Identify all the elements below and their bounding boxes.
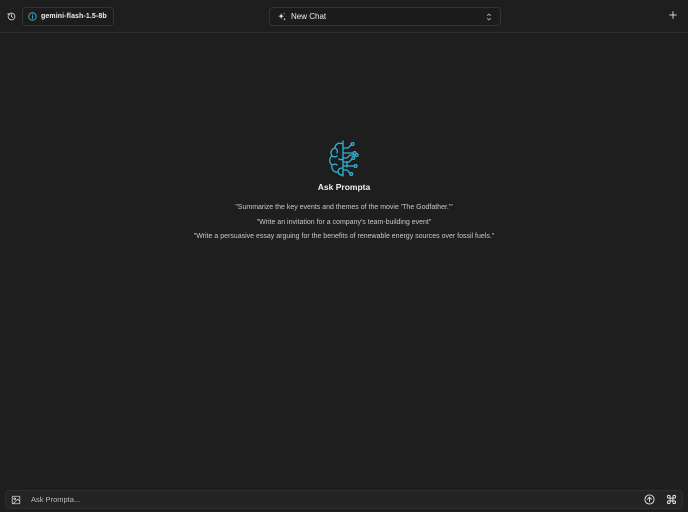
chat-title: New Chat [291,12,327,21]
model-info-icon [28,12,37,21]
model-name: gemini-flash-1.5-8b [41,13,107,20]
prompt-input[interactable] [31,493,611,506]
brain-circuit-icon [329,140,359,177]
chat-selector[interactable]: New Chat [269,7,501,26]
new-chat-button[interactable] [668,10,678,20]
suggestion-item[interactable]: "Write a persuasive essay arguing for th… [0,230,688,245]
image-upload-icon[interactable] [11,495,21,505]
welcome-panel: Ask Prompta "Summarize the key events an… [0,138,688,245]
send-arrow-up-icon[interactable] [644,494,655,505]
history-button[interactable] [5,10,18,23]
welcome-title: Ask Prompta [317,182,371,192]
top-bar: gemini-flash-1.5-8b New Chat [0,0,688,33]
command-key-icon[interactable] [666,494,677,505]
prompt-composer [5,490,683,509]
sparkle-icon [278,12,286,21]
app-window: gemini-flash-1.5-8b New Chat Ask Prompta… [0,0,688,512]
chevron-up-down-icon [487,13,491,21]
history-clock-icon [7,12,16,21]
suggestion-item[interactable]: "Summarize the key events and themes of … [0,201,688,216]
suggestion-item[interactable]: "Write an invitation for a company's tea… [0,216,688,231]
model-selector[interactable]: gemini-flash-1.5-8b [22,7,114,26]
suggestion-list: "Summarize the key events and themes of … [0,201,688,245]
